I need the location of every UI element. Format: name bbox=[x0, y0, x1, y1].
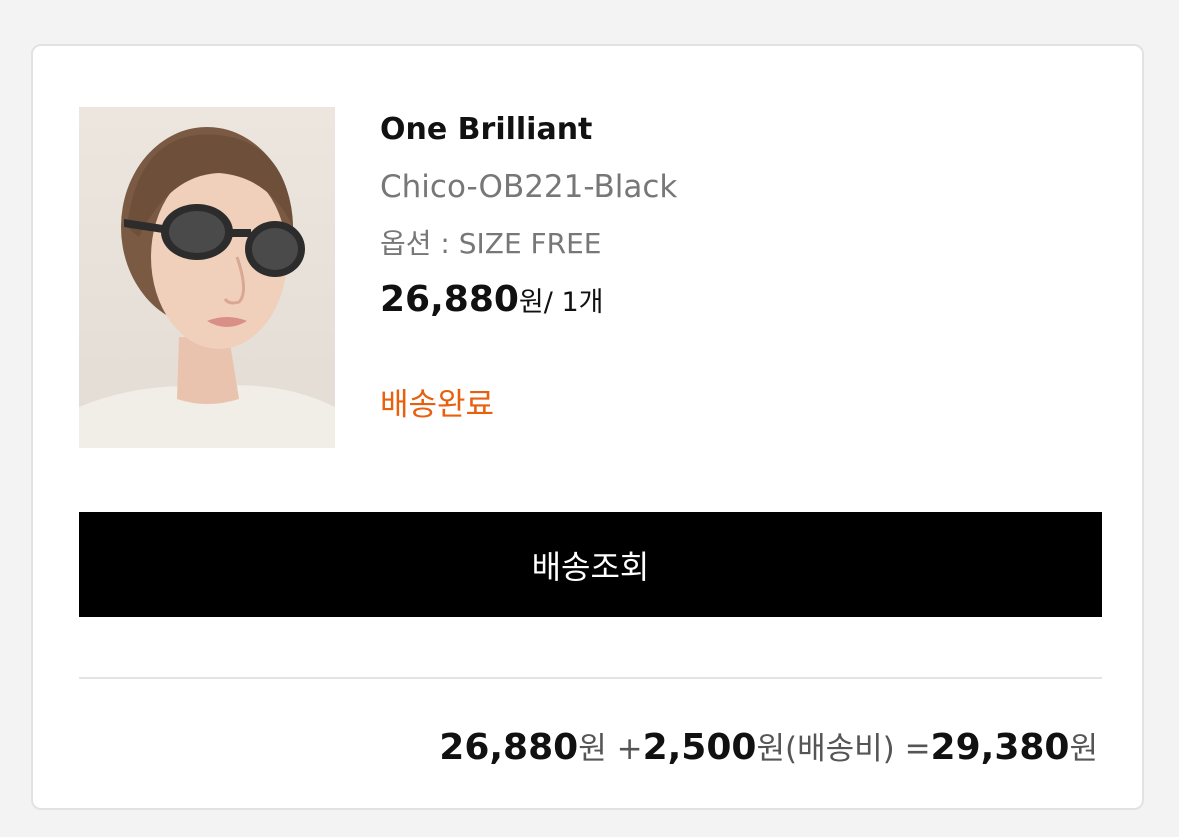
product-info: One Brilliant Chico-OB221-Black 옵션 : SIZ… bbox=[380, 110, 677, 425]
product-name[interactable]: Chico-OB221-Black bbox=[380, 167, 677, 207]
price-currency: 원 bbox=[518, 287, 544, 318]
price-line: 26,880원/ 1개 bbox=[380, 279, 677, 327]
summary-currency-2: 원 bbox=[756, 731, 785, 767]
summary-currency-1: 원 bbox=[578, 731, 607, 767]
price-summary: 26,880원 +2,500원(배송비) =29,380원 bbox=[439, 726, 1098, 776]
product-photo-illustration bbox=[79, 107, 335, 448]
brand-name[interactable]: One Brilliant bbox=[380, 110, 677, 150]
quantity: / 1개 bbox=[543, 287, 604, 318]
summary-subtotal: 26,880 bbox=[439, 727, 579, 768]
summary-shipping-fee: 2,500 bbox=[642, 727, 757, 768]
summary-plus: + bbox=[606, 731, 643, 767]
product-image[interactable] bbox=[79, 107, 335, 448]
summary-currency-3: 원 bbox=[1069, 731, 1098, 767]
summary-shipping-label: (배송비) = bbox=[784, 731, 931, 767]
track-shipment-button[interactable]: 배송조회 bbox=[79, 512, 1102, 617]
order-item-card: One Brilliant Chico-OB221-Black 옵션 : SIZ… bbox=[31, 44, 1144, 810]
summary-total: 29,380 bbox=[930, 727, 1070, 768]
delivery-status: 배송완료 bbox=[380, 387, 495, 423]
divider bbox=[79, 677, 1102, 679]
product-option: 옵션 : SIZE FREE bbox=[380, 227, 602, 260]
price-amount: 26,880 bbox=[380, 279, 519, 320]
